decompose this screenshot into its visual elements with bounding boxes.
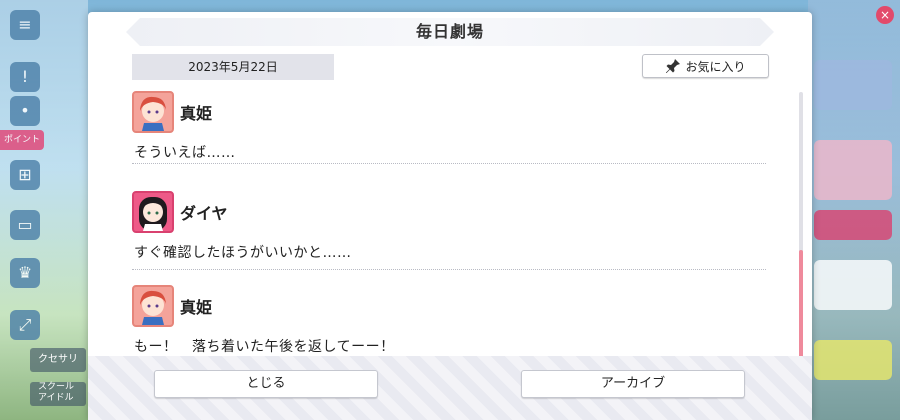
close-button[interactable]: とじる <box>154 370 378 398</box>
dialogue-entry: 真姫 もー！ 落ち着いた午後を返してーー！ <box>132 274 766 364</box>
date-badge: 2023年5月22日 <box>132 54 334 80</box>
banner-card <box>814 140 892 200</box>
banner-card <box>814 60 892 110</box>
dialogue-text: そういえば…… <box>134 145 236 161</box>
favorite-label: お気に入り <box>685 59 746 74</box>
dialogue-text: すぐ確認したほうがいいかと…… <box>134 245 352 261</box>
point-tag: ポイント <box>0 130 44 150</box>
expand-icon: ⤢ <box>10 310 40 340</box>
archive-button[interactable]: アーカイブ <box>521 370 745 398</box>
background-left-menu: ≡ ! • ポイント ⊞ ▭ ♛ ⤢ クセサリ スクール アイドル <box>0 0 88 420</box>
background-close-icon: × <box>876 6 894 24</box>
scrollbar[interactable] <box>799 92 803 360</box>
dialogue-log[interactable]: 真姫 そういえば…… ダイヤ すぐ確認したほうがいいかと…… 真姫 もー！ 落ち… <box>132 90 766 364</box>
accessory-label: クセサリ <box>30 348 86 372</box>
favorite-button[interactable]: お気に入り <box>642 54 769 78</box>
speaker-name: 真姫 <box>180 298 213 317</box>
school-idol-label: スクール アイドル <box>30 382 86 406</box>
dialog-footer: とじる アーカイブ <box>88 356 812 420</box>
dialogue-entry: ダイヤ すぐ確認したほうがいいかと…… <box>132 180 766 270</box>
menu-icon: ≡ <box>10 10 40 40</box>
present-icon: ⊞ <box>10 160 40 190</box>
maki-avatar <box>132 285 174 327</box>
maki-avatar <box>132 91 174 133</box>
dialog-title: 毎日劇場 <box>126 18 774 46</box>
banner-card <box>814 340 892 380</box>
background-right-panel: × <box>808 0 900 420</box>
banner-card <box>814 210 892 240</box>
dialogue-entry: 真姫 そういえば…… <box>132 90 766 164</box>
monitor-icon: ▭ <box>10 210 40 240</box>
pin-icon <box>666 59 681 73</box>
daily-theater-dialog: 毎日劇場 2023年5月22日 お気に入り 真姫 そういえば…… ダイヤ すぐ確… <box>88 12 812 420</box>
speaker-name: ダイヤ <box>180 204 228 223</box>
speaker-name: 真姫 <box>180 104 213 123</box>
dia-avatar <box>132 191 174 233</box>
scroll-thumb[interactable] <box>799 250 803 360</box>
chat-icon: • <box>10 96 40 126</box>
trophy-icon: ♛ <box>10 258 40 288</box>
banner-card <box>814 260 892 310</box>
notice-icon: ! <box>10 62 40 92</box>
